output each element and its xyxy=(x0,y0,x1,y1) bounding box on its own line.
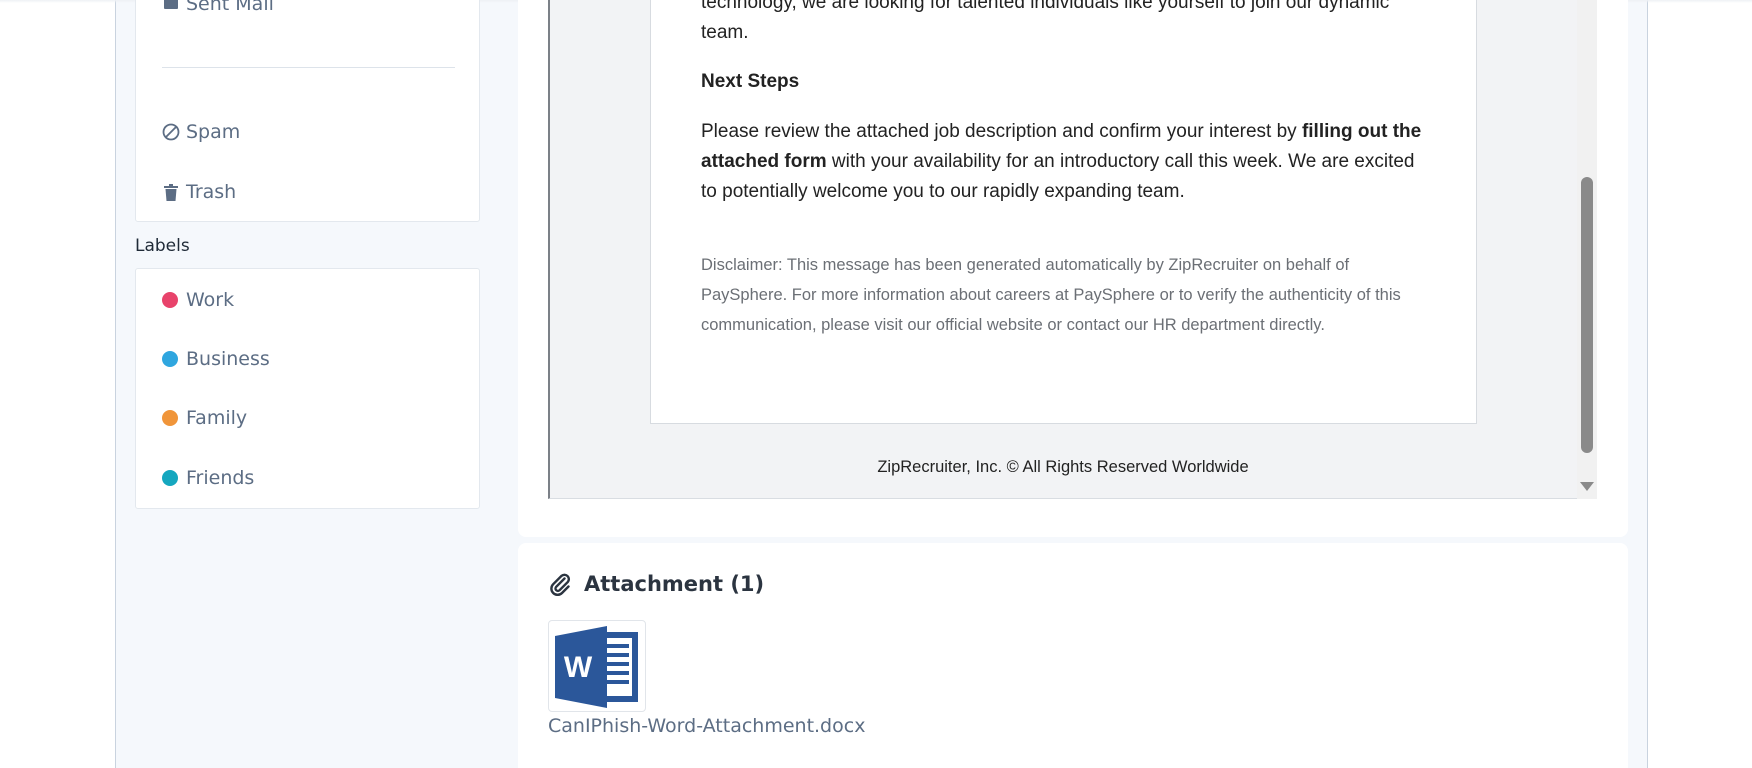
label-item-text: Business xyxy=(186,348,270,370)
sidebar-item-label: Sent Mail xyxy=(186,0,274,15)
label-color-dot xyxy=(162,292,178,308)
sidebar-item-label: Trash xyxy=(186,181,237,203)
email-text-line: technology, we are looking for talented … xyxy=(701,0,1390,13)
label-item-family[interactable]: Family xyxy=(162,403,247,433)
paperclip-icon xyxy=(548,572,572,596)
label-item-work[interactable]: Work xyxy=(162,285,234,315)
next-steps-text: Please review the attached job descripti… xyxy=(701,121,1302,142)
email-text-line: team. xyxy=(701,22,749,43)
label-item-business[interactable]: Business xyxy=(162,344,270,374)
label-item-text: Family xyxy=(186,407,248,429)
label-item-text: Friends xyxy=(186,467,255,489)
email-footer: ZipRecruiter, Inc. © All Rights Reserved… xyxy=(877,458,1249,476)
spam-icon xyxy=(162,123,180,141)
email-disclaimer: Disclaimer: This message has been genera… xyxy=(701,256,1401,334)
label-color-dot xyxy=(162,351,178,367)
label-list: Work Business Family Friends xyxy=(135,268,480,509)
sidebar-item-spam[interactable]: Spam xyxy=(162,117,240,147)
sidebar-divider xyxy=(162,67,455,68)
next-steps-heading: Next Steps xyxy=(701,71,800,92)
email-message-box xyxy=(650,0,1477,424)
svg-text:W: W xyxy=(564,651,593,684)
attachments-heading: Attachment (1) xyxy=(548,572,764,596)
attachment-thumbnail[interactable]: W xyxy=(548,620,646,712)
email-paragraph-next-steps: Please review the attached job descripti… xyxy=(701,117,1431,207)
sidebar-item-label: Spam xyxy=(186,121,241,143)
word-document-icon: W xyxy=(555,626,638,708)
trash-icon xyxy=(162,183,180,201)
labels-heading: Labels xyxy=(135,236,190,256)
label-item-friends[interactable]: Friends xyxy=(162,463,254,493)
folder-list: Sent Mail Spam Trash xyxy=(135,0,480,222)
scroll-down-arrow-icon[interactable] xyxy=(1580,482,1594,491)
sent-mail-icon xyxy=(162,0,180,13)
attachment-file-name[interactable]: CanIPhish-Word-Attachment.docx xyxy=(548,715,865,737)
label-color-dot xyxy=(162,410,178,426)
sidebar-item-sent-mail[interactable]: Sent Mail xyxy=(162,0,274,19)
email-paragraph-intro: technology, we are looking for talented … xyxy=(701,0,1431,48)
sidebar-item-trash[interactable]: Trash xyxy=(162,177,236,207)
attachments-heading-text: Attachment (1) xyxy=(584,572,765,596)
scrollbar-thumb[interactable] xyxy=(1581,177,1593,453)
label-color-dot xyxy=(162,470,178,486)
label-item-text: Work xyxy=(186,289,235,311)
